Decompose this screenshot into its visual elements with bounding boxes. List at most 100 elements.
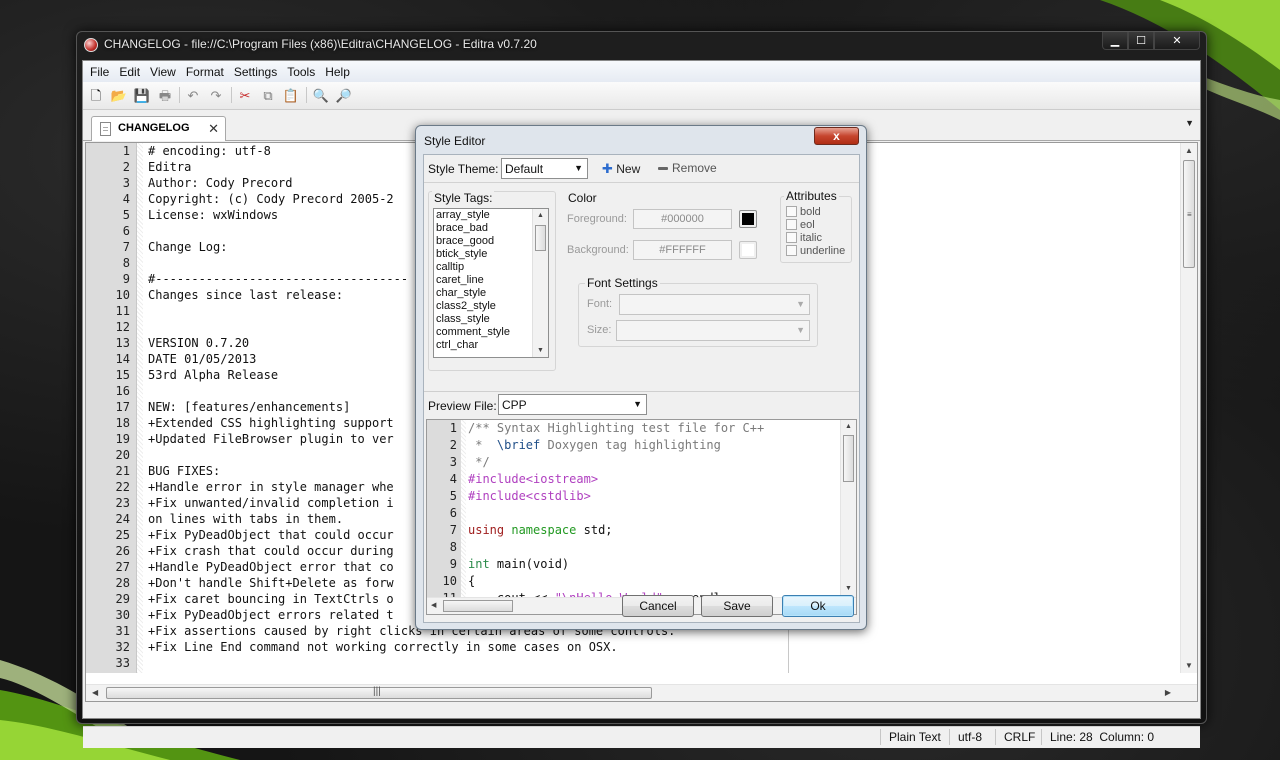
style-tag-item[interactable]: brace_good <box>434 235 548 248</box>
menu-view[interactable]: View <box>145 65 181 79</box>
preview-code-line[interactable]: * \brief Doxygen tag highlighting <box>468 437 838 454</box>
foreground-label: Foreground: <box>567 213 627 225</box>
preview-code-line[interactable]: #include<iostream> <box>468 471 838 488</box>
preview-code-line[interactable]: { <box>468 573 838 590</box>
status-eol[interactable]: CRLF <box>1004 730 1035 744</box>
preview-vertical-scrollbar[interactable]: ▲ ▼ <box>840 420 856 598</box>
save-button[interactable]: Save <box>701 595 773 617</box>
background-swatch[interactable] <box>739 241 757 259</box>
attribute-bold-checkbox[interactable]: bold <box>786 206 821 218</box>
preview-code-line[interactable]: /** Syntax Highlighting test file for C+… <box>468 420 838 437</box>
preview-code-line[interactable]: int main(void) <box>468 556 838 573</box>
tab-close-icon[interactable]: ✕ <box>208 121 219 137</box>
find-icon[interactable]: 🔍 <box>312 86 330 104</box>
find-replace-icon[interactable]: 🔎 <box>335 86 353 104</box>
copy-icon[interactable]: ⧉ <box>259 86 277 104</box>
dialog-close-button[interactable]: x <box>814 127 859 145</box>
fold-margin[interactable] <box>137 143 143 673</box>
scroll-up-arrow-icon[interactable]: ▲ <box>845 423 852 430</box>
tab-label: CHANGELOG <box>118 122 190 134</box>
preview-code-line[interactable]: */ <box>468 454 838 471</box>
paste-icon[interactable]: 📋 <box>282 86 300 104</box>
redo-icon[interactable]: ↷ <box>207 86 225 104</box>
foreground-color-field[interactable]: #000000 <box>633 209 732 229</box>
menu-format[interactable]: Format <box>181 65 229 79</box>
print-icon[interactable]: 🖶 <box>156 86 174 104</box>
preview-code-line[interactable]: using namespace std; <box>468 522 838 539</box>
new-theme-button[interactable]: ✚ New <box>602 161 640 177</box>
style-tags-scroll-thumb[interactable] <box>535 225 546 251</box>
status-syntax[interactable]: Plain Text <box>889 730 941 744</box>
style-tag-item[interactable]: calltip <box>434 261 548 274</box>
preview-horizontal-scroll-thumb[interactable] <box>443 600 513 612</box>
scroll-up-arrow-icon[interactable]: ▲ <box>537 212 544 219</box>
size-select[interactable]: ▼ <box>616 320 810 341</box>
scroll-left-arrow-icon[interactable]: ◀ <box>431 601 436 609</box>
style-tags-listbox[interactable]: array_style brace_bad brace_good btick_styl… <box>433 208 549 358</box>
remove-theme-button[interactable]: Remove <box>658 161 717 175</box>
dialog-title-bar[interactable]: Style Editor x <box>416 126 866 154</box>
preview-code-line[interactable] <box>468 505 838 522</box>
scroll-down-arrow-icon[interactable]: ▼ <box>845 585 852 592</box>
style-tag-item[interactable]: class2_style <box>434 300 548 313</box>
editor-horizontal-scrollbar[interactable]: ◀ ||| ▶ <box>86 684 1197 701</box>
style-tag-item[interactable]: brace_bad <box>434 222 548 235</box>
style-tag-item[interactable]: array_style <box>434 209 548 222</box>
code-line[interactable] <box>148 655 1048 671</box>
menu-settings[interactable]: Settings <box>229 65 282 79</box>
attribute-eol-checkbox[interactable]: eol <box>786 219 815 231</box>
open-folder-icon[interactable]: 📂 <box>110 86 128 104</box>
preview-editor[interactable]: 1234567891011 /** Syntax Highlighting te… <box>426 419 857 615</box>
checkbox[interactable] <box>786 219 797 230</box>
scroll-down-arrow-icon[interactable]: ▼ <box>537 347 544 354</box>
scroll-up-arrow-icon[interactable]: ▲ <box>1185 146 1193 155</box>
preview-code-line[interactable] <box>468 539 838 556</box>
style-theme-select[interactable]: Default ▼ <box>501 158 588 179</box>
close-window-button[interactable]: ✕ <box>1154 32 1200 50</box>
preview-file-select[interactable]: CPP ▼ <box>498 394 647 415</box>
status-encoding[interactable]: utf-8 <box>958 730 982 744</box>
style-tags-scrollbar[interactable]: ▲ ▼ <box>532 209 548 357</box>
foreground-swatch[interactable] <box>739 210 757 228</box>
editra-app-icon[interactable] <box>84 38 98 52</box>
vertical-scroll-thumb[interactable]: ≡ <box>1183 160 1195 268</box>
font-select[interactable]: ▼ <box>619 294 810 315</box>
style-tag-item[interactable]: char_style <box>434 287 548 300</box>
style-tag-item[interactable]: ctrl_char <box>434 339 548 352</box>
checkbox[interactable] <box>786 245 797 256</box>
cut-icon[interactable]: ✂ <box>236 86 254 104</box>
code-line[interactable]: # <box>148 671 1048 673</box>
checkbox[interactable] <box>786 206 797 217</box>
menu-help[interactable]: Help <box>320 65 355 79</box>
scroll-right-arrow-icon[interactable]: ▶ <box>1165 688 1171 697</box>
style-tag-item[interactable]: caret_line <box>434 274 548 287</box>
scroll-down-arrow-icon[interactable]: ▼ <box>1185 661 1193 670</box>
minimize-button[interactable]: ▁ <box>1102 32 1128 50</box>
tab-changelog[interactable]: CHANGELOG ✕ <box>91 116 226 141</box>
menu-edit[interactable]: Edit <box>114 65 145 79</box>
ok-button[interactable]: Ok <box>782 595 854 617</box>
code-line[interactable]: +Fix Line End command not working correc… <box>148 639 1048 655</box>
checkbox[interactable] <box>786 232 797 243</box>
save-icon[interactable]: 💾 <box>133 86 151 104</box>
scroll-left-arrow-icon[interactable]: ◀ <box>92 688 98 697</box>
horizontal-scroll-thumb[interactable]: ||| <box>106 686 652 699</box>
preview-code-line[interactable]: #include<cstdlib> <box>468 488 838 505</box>
menu-file[interactable]: File <box>85 65 114 79</box>
style-tag-item[interactable]: class_style <box>434 313 548 326</box>
new-file-icon[interactable]: 🗋 <box>87 86 105 104</box>
style-tag-item[interactable]: btick_style <box>434 248 548 261</box>
background-color-field[interactable]: #FFFFFF <box>633 240 732 260</box>
style-tag-item[interactable]: comment_style <box>434 326 548 339</box>
attribute-italic-checkbox[interactable]: italic <box>786 232 822 244</box>
maximize-button[interactable]: ☐ <box>1128 32 1154 50</box>
window-title-bar[interactable]: CHANGELOG - file://C:\Program Files (x86… <box>77 32 1206 58</box>
preview-code-area[interactable]: /** Syntax Highlighting test file for C+… <box>468 420 838 598</box>
editor-vertical-scrollbar[interactable]: ▲ ≡ ▼ <box>1180 143 1197 673</box>
tab-menu-dropdown-icon[interactable]: ▼ <box>1185 118 1194 128</box>
cancel-button[interactable]: Cancel <box>622 595 694 617</box>
preview-vertical-scroll-thumb[interactable] <box>843 435 854 482</box>
attribute-underline-checkbox[interactable]: underline <box>786 245 845 257</box>
undo-icon[interactable]: ↶ <box>184 86 202 104</box>
menu-tools[interactable]: Tools <box>282 65 320 79</box>
